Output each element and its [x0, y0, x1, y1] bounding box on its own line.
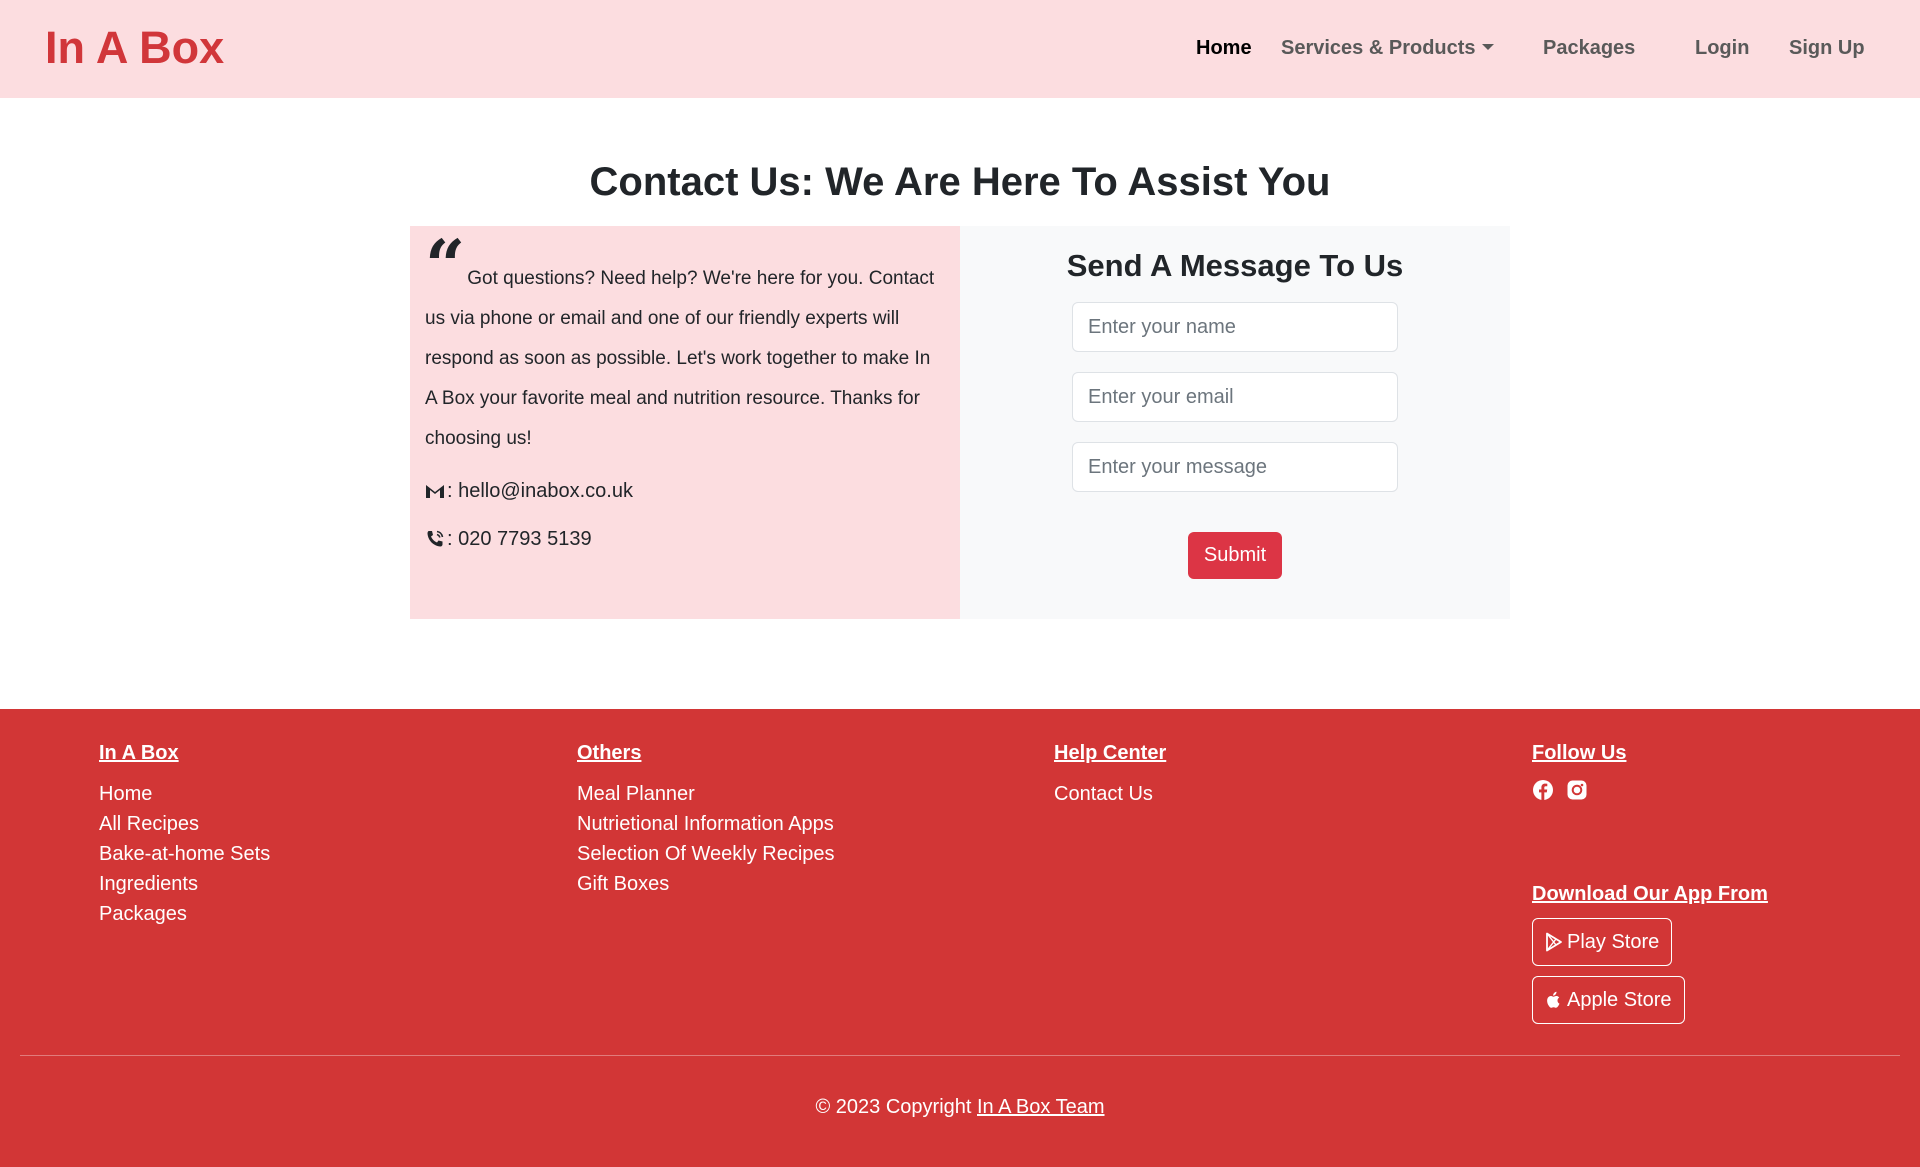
footer-col-others: Others Meal Planner Nutrietional Informa… — [577, 741, 835, 899]
nav-services-label: Services & Products — [1281, 37, 1476, 59]
message-input[interactable] — [1072, 442, 1398, 492]
footer-link-home[interactable]: Home — [99, 779, 270, 809]
footer-link-bake-at-home[interactable]: Bake-at-home Sets — [99, 839, 270, 869]
social-icons — [1532, 779, 1768, 806]
email-input[interactable] — [1072, 372, 1398, 422]
apple-icon — [1547, 991, 1560, 1008]
footer-link-contact-us[interactable]: Contact Us — [1054, 779, 1166, 809]
nav-services-dropdown[interactable]: Services & Products — [1281, 36, 1494, 60]
apple-store-button[interactable]: Apple Store — [1532, 976, 1685, 1024]
contact-form-panel: Send A Message To Us Submit — [960, 226, 1510, 619]
play-store-label: Play Store — [1567, 930, 1660, 953]
contact-intro-text: Got questions? Need help? We're here for… — [425, 268, 935, 449]
quote-icon: “ — [425, 224, 466, 307]
footer-col-help: Help Center Contact Us — [1054, 741, 1166, 809]
nav-packages[interactable]: Packages — [1543, 36, 1635, 60]
footer-heading-inabox: In A Box — [99, 742, 179, 764]
nav-login[interactable]: Login — [1695, 36, 1749, 60]
play-store-button[interactable]: Play Store — [1532, 918, 1673, 966]
phone-line: : 020 7793 5139 — [425, 527, 945, 551]
copyright: © 2023 Copyright In A Box Team — [0, 1095, 1920, 1119]
footer-link-nutrition-apps[interactable]: Nutrietional Information Apps — [577, 809, 835, 839]
contact-info-panel: “Got questions? Need help? We're here fo… — [410, 226, 960, 619]
footer-link-weekly-recipes[interactable]: Selection Of Weekly Recipes — [577, 839, 835, 869]
apple-store-label: Apple Store — [1567, 988, 1672, 1011]
footer-col-inabox: In A Box Home All Recipes Bake-at-home S… — [99, 741, 270, 929]
form-title: Send A Message To Us — [1066, 248, 1404, 283]
phone-text: : 020 7793 5139 — [447, 528, 592, 550]
footer-col-follow: Follow Us Download Our App From Play Sto… — [1532, 741, 1768, 1024]
footer-heading-others: Others — [577, 742, 642, 764]
footer-link-packages[interactable]: Packages — [99, 899, 270, 929]
footer-divider — [20, 1055, 1900, 1056]
footer-heading-download: Download Our App From — [1532, 883, 1768, 905]
footer: In A Box Home All Recipes Bake-at-home S… — [0, 709, 1920, 1167]
footer-link-ingredients[interactable]: Ingredients — [99, 869, 270, 899]
nav-signup[interactable]: Sign Up — [1789, 36, 1865, 60]
copyright-text: © 2023 Copyright — [815, 1096, 977, 1118]
gmail-icon — [426, 485, 444, 498]
page-title: Contact Us: We Are Here To Assist You — [589, 160, 1331, 204]
footer-link-all-recipes[interactable]: All Recipes — [99, 809, 270, 839]
nav-home[interactable]: Home — [1196, 36, 1252, 60]
caret-down-icon — [1481, 44, 1494, 50]
email-text: : hello@inabox.co.uk — [447, 480, 633, 502]
name-input[interactable] — [1072, 302, 1398, 352]
footer-heading-follow: Follow Us — [1532, 742, 1627, 764]
email-line: : hello@inabox.co.uk — [425, 479, 945, 503]
footer-heading-help: Help Center — [1054, 742, 1167, 764]
copyright-team-link[interactable]: In A Box Team — [977, 1096, 1105, 1118]
brand-logo[interactable]: In A Box — [45, 22, 224, 74]
play-store-icon — [1546, 932, 1562, 952]
phone-icon — [427, 530, 444, 547]
instagram-icon[interactable] — [1566, 779, 1588, 806]
footer-link-meal-planner[interactable]: Meal Planner — [577, 779, 835, 809]
facebook-icon[interactable] — [1532, 779, 1554, 806]
contact-intro: “Got questions? Need help? We're here fo… — [425, 224, 945, 459]
navbar: In A Box Home Services & Products Packag… — [0, 0, 1920, 98]
submit-button[interactable]: Submit — [1188, 532, 1282, 579]
footer-link-gift-boxes[interactable]: Gift Boxes — [577, 869, 835, 899]
